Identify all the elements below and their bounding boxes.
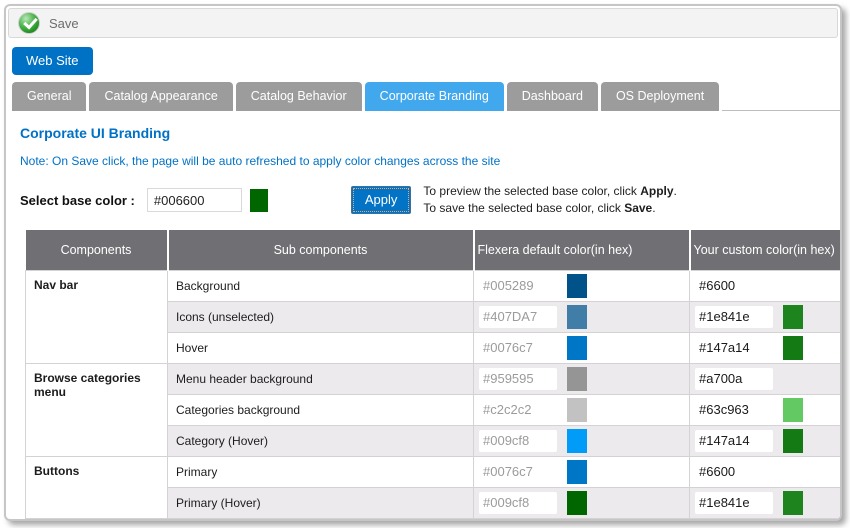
tab-dashboard[interactable]: Dashboard <box>507 82 598 111</box>
page-title: Corporate UI Branding <box>20 125 840 141</box>
subcomponent-label: Icons (unselected) <box>168 301 474 332</box>
flexera-hex-input <box>479 430 557 452</box>
apply-save-hints: To preview the selected base color, clic… <box>423 183 676 217</box>
page-note: Note: On Save click, the page will be au… <box>20 154 840 168</box>
table-row: Buttons Primary <box>26 456 843 487</box>
custom-color-swatch <box>783 491 803 515</box>
custom-hex-input[interactable] <box>695 368 773 390</box>
subcomponent-label: Categories background <box>168 394 474 425</box>
apply-button[interactable]: Apply <box>351 186 412 214</box>
component-nav-bar: Nav bar <box>26 270 168 363</box>
table-header-row: Components Sub components Flexera defaul… <box>26 230 843 270</box>
tab-catalog-appearance[interactable]: Catalog Appearance <box>89 82 232 111</box>
custom-hex-input[interactable] <box>695 430 773 452</box>
corporate-branding-panel: Corporate UI Branding Note: On Save clic… <box>6 111 840 519</box>
custom-hex-input[interactable] <box>695 492 773 514</box>
base-color-label: Select base color : <box>20 193 135 208</box>
save-button-label[interactable]: Save <box>49 16 79 31</box>
flexera-hex-input <box>479 275 557 297</box>
flexera-color-swatch <box>567 274 587 298</box>
save-toolbar[interactable]: Save <box>8 8 838 38</box>
subcomponent-label: Primary (Hover) <box>168 487 474 518</box>
tab-catalog-behavior[interactable]: Catalog Behavior <box>236 82 362 111</box>
base-color-row: Select base color : Apply To preview the… <box>20 183 840 217</box>
custom-hex-input[interactable] <box>695 399 773 421</box>
component-browse-categories-menu: Browse categories menu <box>26 363 168 456</box>
flexera-color-swatch <box>567 305 587 329</box>
base-color-input[interactable] <box>147 188 242 212</box>
flexera-hex-input <box>479 492 557 514</box>
custom-hex-input[interactable] <box>695 461 773 483</box>
subcomponent-label: Background <box>168 270 474 301</box>
flexera-hex-input <box>479 399 557 421</box>
flexera-hex-input <box>479 306 557 328</box>
custom-color-swatch <box>783 398 803 422</box>
table-row: Browse categories menu Menu header backg… <box>26 363 843 394</box>
header-flexera-default: Flexera default color(in hex) <box>474 230 690 270</box>
tab-general[interactable]: General <box>12 82 86 111</box>
flexera-color-swatch <box>567 398 587 422</box>
subcomponent-label: Primary <box>168 456 474 487</box>
flexera-color-swatch <box>567 429 587 453</box>
table-row: Nav bar Background <box>26 270 843 301</box>
flexera-color-swatch <box>567 491 587 515</box>
site-tab-row: Web Site <box>6 40 840 75</box>
flexera-hex-input <box>479 368 557 390</box>
custom-color-swatch <box>783 429 803 453</box>
base-color-swatch <box>250 189 268 212</box>
custom-hex-input[interactable] <box>695 306 773 328</box>
header-sub-components: Sub components <box>168 230 474 270</box>
custom-hex-input[interactable] <box>695 337 773 359</box>
app-window: Save Web Site General Catalog Appearance… <box>4 4 842 521</box>
tab-corporate-branding[interactable]: Corporate Branding <box>365 82 504 111</box>
tab-os-deployment[interactable]: OS Deployment <box>601 82 719 111</box>
save-check-icon[interactable] <box>18 12 40 34</box>
flexera-color-swatch <box>567 460 587 484</box>
flexera-hex-input <box>479 461 557 483</box>
branding-colors-table: Components Sub components Flexera defaul… <box>25 230 842 519</box>
subcomponent-label: Category (Hover) <box>168 425 474 456</box>
header-your-custom: Your custom color(in hex) <box>690 230 843 270</box>
settings-tab-strip: General Catalog Appearance Catalog Behav… <box>6 82 840 111</box>
header-components: Components <box>26 230 168 270</box>
custom-hex-input[interactable] <box>695 275 773 297</box>
component-buttons: Buttons <box>26 456 168 518</box>
tab-web-site[interactable]: Web Site <box>12 47 93 75</box>
flexera-color-swatch <box>567 367 587 391</box>
flexera-color-swatch <box>567 336 587 360</box>
flexera-hex-input <box>479 337 557 359</box>
custom-color-swatch <box>783 336 803 360</box>
tab-strip-divider <box>722 83 840 111</box>
subcomponent-label: Hover <box>168 332 474 363</box>
hint-line-save: To save the selected base color, click S… <box>423 200 676 217</box>
custom-color-swatch <box>783 305 803 329</box>
hint-line-preview: To preview the selected base color, clic… <box>423 183 676 200</box>
subcomponent-label: Menu header background <box>168 363 474 394</box>
